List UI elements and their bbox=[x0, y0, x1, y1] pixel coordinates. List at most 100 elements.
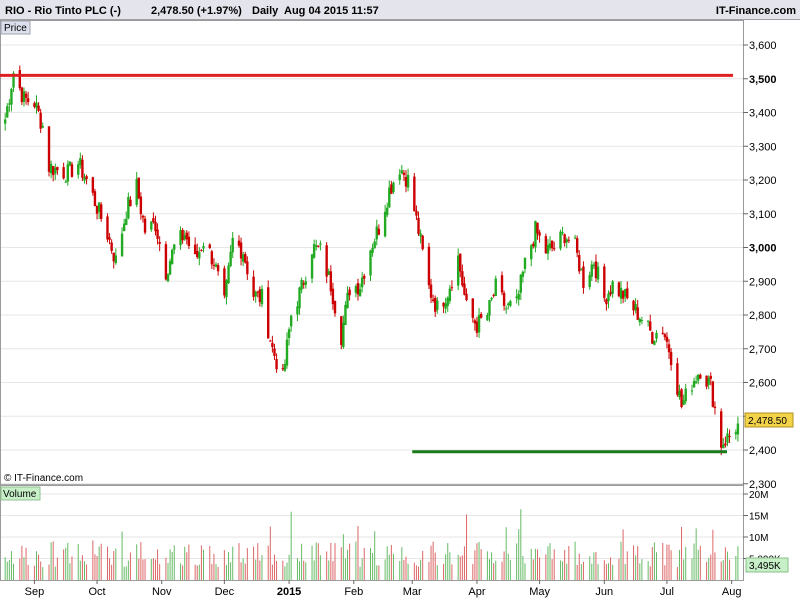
candle-body bbox=[590, 264, 593, 277]
candle-body bbox=[400, 170, 404, 174]
candle-body bbox=[24, 93, 28, 98]
candle-body bbox=[724, 443, 727, 446]
candle-body bbox=[41, 126, 44, 128]
volume-tick-label: 20M bbox=[749, 490, 768, 501]
candle-body bbox=[158, 242, 161, 244]
candle-body bbox=[198, 252, 201, 259]
candle-body bbox=[227, 265, 230, 284]
candle-body bbox=[340, 316, 343, 345]
candle-body bbox=[346, 292, 349, 309]
candle-body bbox=[684, 388, 687, 402]
candle-body bbox=[225, 280, 228, 298]
time-label: 2015 bbox=[277, 586, 301, 598]
candle-body bbox=[632, 300, 635, 311]
candle-body bbox=[676, 363, 679, 395]
candle-body bbox=[164, 244, 168, 280]
candle-body bbox=[108, 237, 111, 240]
candle-body bbox=[139, 196, 143, 215]
candle-body bbox=[461, 271, 464, 286]
candle-body bbox=[651, 332, 654, 344]
candle-body bbox=[212, 264, 216, 266]
candle-body bbox=[310, 254, 314, 279]
candle-body bbox=[444, 303, 447, 309]
price-tick-label: 3,200 bbox=[749, 175, 777, 187]
candle-body bbox=[214, 264, 218, 267]
candle-body bbox=[285, 339, 289, 366]
header-brand[interactable]: IT-Finance.com bbox=[716, 5, 796, 17]
candle-body bbox=[471, 298, 474, 318]
candle-body bbox=[85, 176, 88, 179]
last-volume-tag-text: 3,495K bbox=[749, 561, 781, 572]
candle-body bbox=[275, 359, 278, 370]
candle-body bbox=[421, 235, 424, 250]
candle-body bbox=[392, 182, 395, 193]
candle-body bbox=[475, 321, 479, 333]
candle-body bbox=[79, 158, 82, 166]
candle-body bbox=[246, 261, 249, 275]
candle-body bbox=[216, 265, 220, 272]
candle-body bbox=[459, 253, 462, 272]
candle-body bbox=[488, 300, 491, 316]
candle-body bbox=[348, 289, 351, 296]
candle-body bbox=[143, 218, 147, 233]
candle-body bbox=[6, 106, 9, 118]
candle-body bbox=[530, 245, 533, 260]
header-price: 2,478.50 (+1.97%) bbox=[151, 5, 242, 17]
candle-body bbox=[156, 229, 159, 239]
candle-body bbox=[100, 204, 103, 219]
candle-body bbox=[97, 202, 101, 212]
candle-body bbox=[490, 297, 493, 300]
candle-body bbox=[91, 177, 95, 193]
candle-body bbox=[621, 291, 625, 299]
candle-body bbox=[649, 321, 652, 331]
candle-body bbox=[553, 248, 556, 250]
candle-body bbox=[373, 241, 376, 249]
candle-body bbox=[546, 244, 550, 254]
price-tick-label: 2,300 bbox=[749, 479, 777, 491]
candle-body bbox=[720, 411, 723, 448]
candle-body bbox=[77, 164, 80, 175]
candle-body bbox=[429, 284, 433, 298]
candle-body bbox=[523, 257, 527, 269]
candle-body bbox=[333, 300, 337, 314]
candle-body bbox=[477, 315, 481, 333]
time-label: Oct bbox=[88, 586, 105, 598]
candle-body bbox=[479, 314, 483, 318]
candle-body bbox=[465, 293, 468, 301]
candle-body bbox=[388, 187, 391, 208]
candle-body bbox=[196, 250, 199, 257]
candle-body bbox=[64, 181, 67, 183]
candle-body bbox=[273, 348, 276, 357]
candle-body bbox=[596, 266, 600, 280]
candle-body bbox=[152, 218, 155, 223]
price-tick-label: 3,000 bbox=[749, 243, 777, 255]
candle-body bbox=[51, 166, 55, 176]
candle-body bbox=[707, 377, 710, 385]
candle-body bbox=[287, 329, 291, 339]
candle-body bbox=[494, 278, 497, 297]
candle-body bbox=[354, 286, 358, 293]
volume-panel-label: Volume bbox=[3, 489, 37, 500]
candle-body bbox=[344, 304, 347, 326]
candle-body bbox=[398, 174, 401, 181]
candle-body bbox=[237, 240, 241, 246]
candle-body bbox=[386, 207, 389, 216]
volume-tick-label: 10M bbox=[749, 533, 768, 544]
candle-body bbox=[713, 406, 717, 409]
price-tick-label: 3,600 bbox=[749, 40, 777, 52]
candle-body bbox=[327, 271, 330, 275]
candle-body bbox=[356, 283, 360, 295]
time-label: May bbox=[529, 586, 550, 598]
candle-body bbox=[267, 287, 270, 339]
price-tick-label: 2,600 bbox=[749, 378, 777, 390]
candle-body bbox=[70, 164, 74, 177]
candle-body bbox=[640, 320, 644, 322]
candle-body bbox=[661, 332, 664, 334]
candle-body bbox=[127, 197, 130, 219]
candle-body bbox=[653, 340, 656, 345]
candle-body bbox=[181, 229, 184, 241]
candle-body bbox=[682, 400, 685, 405]
candle-body bbox=[302, 283, 305, 285]
candle-body bbox=[667, 344, 671, 353]
candle-body bbox=[360, 277, 364, 288]
